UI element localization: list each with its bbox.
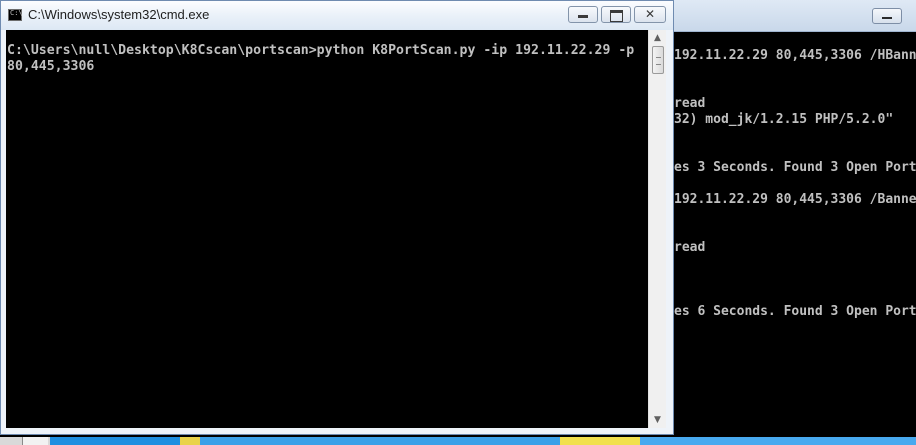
console-output: C:\Users\null\Desktop\K8Cscan\portscan>p…: [7, 43, 635, 74]
console-line: es 6 Seconds. Found 3 Open Port: [674, 304, 916, 319]
console-line: es 3 Seconds. Found 3 Open Port: [674, 160, 916, 175]
scroll-up-arrow-icon[interactable]: ▲: [649, 30, 666, 46]
background-minimize-button[interactable]: [872, 8, 902, 24]
console-line: read: [674, 96, 706, 111]
vertical-scrollbar[interactable]: ▲ ▼: [648, 30, 666, 428]
cmd-icon[interactable]: [8, 9, 23, 21]
window-titlebar[interactable]: C:\Windows\system32\cmd.exe ✕: [1, 1, 673, 30]
window-title: C:\Windows\system32\cmd.exe: [28, 7, 210, 22]
console-line: 192.11.22.29 80,445,3306 /HBanne: [674, 48, 916, 63]
minimize-button[interactable]: [568, 6, 598, 23]
console-line: 32) mod_jk/1.2.15 PHP/5.2.0": [674, 112, 894, 127]
scroll-down-arrow-icon[interactable]: ▼: [649, 412, 666, 428]
close-icon: ✕: [644, 7, 656, 21]
desktop-background-strip: [0, 437, 916, 445]
cmd-window[interactable]: C:\Windows\system32\cmd.exe ✕ C:\Users\n…: [0, 0, 674, 435]
console-line: 192.11.22.29 80,445,3306 /Banne: [674, 192, 916, 207]
console-line: read: [674, 240, 706, 255]
close-button[interactable]: ✕: [634, 6, 666, 23]
scroll-thumb[interactable]: [652, 46, 664, 74]
taskbar-item[interactable]: [22, 437, 48, 445]
maximize-button[interactable]: [601, 6, 631, 23]
console-area[interactable]: C:\Users\null\Desktop\K8Cscan\portscan>p…: [6, 30, 648, 428]
